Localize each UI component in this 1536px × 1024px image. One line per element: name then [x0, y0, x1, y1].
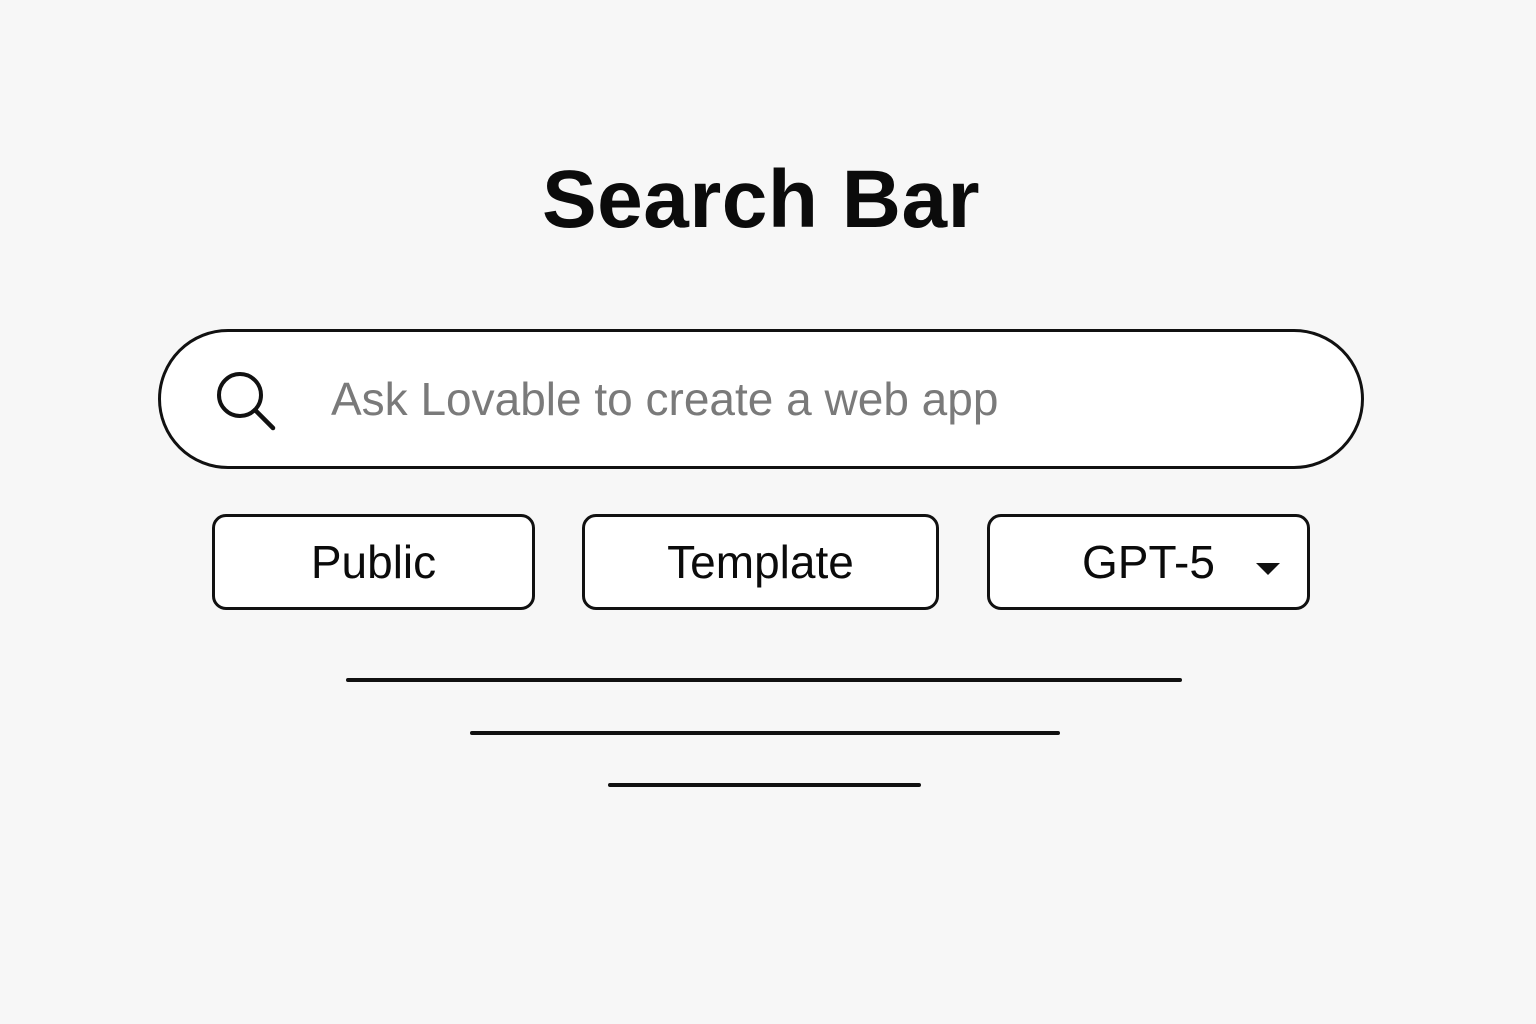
public-button-label: Public	[310, 536, 437, 588]
placeholder-line	[608, 783, 921, 787]
template-button[interactable]: Template	[582, 514, 939, 610]
search-input[interactable]	[331, 362, 1291, 436]
model-select[interactable]: GPT-5	[987, 514, 1310, 610]
public-button[interactable]: Public	[212, 514, 535, 610]
placeholder-line	[346, 678, 1182, 682]
template-button-label: Template	[667, 536, 854, 588]
search-icon	[215, 370, 281, 436]
page: Search Bar Public Template GPT-5	[0, 0, 1536, 1024]
placeholder-line	[470, 731, 1060, 735]
chevron-down-icon	[1256, 563, 1280, 575]
page-title: Search Bar	[541, 154, 981, 245]
search-bar[interactable]	[158, 329, 1364, 469]
model-select-value: GPT-5	[1082, 536, 1215, 588]
